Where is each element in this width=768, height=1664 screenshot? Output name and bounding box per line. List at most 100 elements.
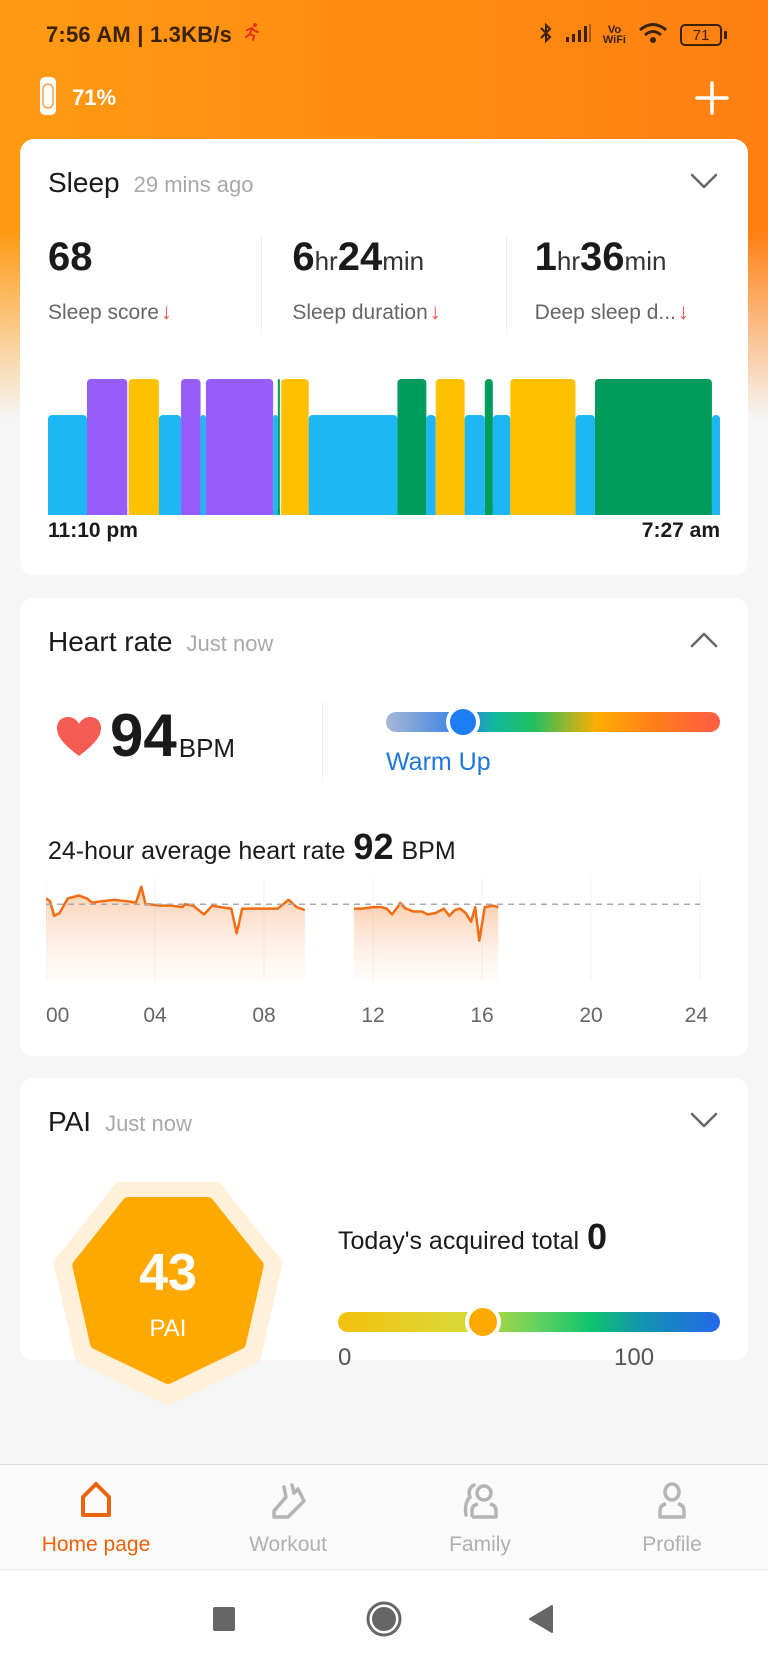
- pai-indicator: [465, 1304, 502, 1340]
- avg-label: 24-hour average heart rate: [48, 837, 346, 865]
- stat-label: Deep sleep d...: [534, 301, 676, 324]
- back-icon: [529, 1605, 553, 1633]
- nav-home[interactable]: Home page: [0, 1465, 192, 1569]
- running-man-icon: [242, 22, 262, 48]
- down-arrow-icon: ↓: [677, 299, 689, 324]
- hr-area-segment-1: [46, 886, 305, 980]
- sleep-segment-base: [158, 509, 182, 515]
- x-tick-label: 16: [470, 1004, 493, 1027]
- chevron-down-icon[interactable]: [688, 165, 720, 197]
- sleep-segment-light: [464, 415, 485, 515]
- x-tick-label: 08: [252, 1004, 275, 1027]
- divider: [322, 702, 323, 782]
- pai-today: Today's acquired total 0: [338, 1216, 607, 1258]
- down-arrow-icon: ↓: [429, 299, 441, 324]
- pai-card[interactable]: PAI Just now 43 PAI Today's acquired tot…: [20, 1078, 748, 1405]
- recents-button[interactable]: [206, 1601, 242, 1637]
- sleep-segment-light: [158, 415, 182, 515]
- add-button[interactable]: [692, 78, 732, 118]
- sleep-segment-light: [575, 415, 596, 515]
- plus-icon: [695, 81, 729, 115]
- sleep-segment-base: [200, 509, 206, 515]
- card-subtitle: Just now: [105, 1111, 192, 1136]
- sleep-segment-deep: [595, 379, 712, 515]
- sleep-header: Sleep 29 mins ago: [48, 167, 253, 199]
- sleep-segment-rem: [86, 379, 128, 515]
- sleep-segment-base: [510, 509, 576, 515]
- stat-deep-sleep[interactable]: 1 hr 36 min Deep sleep d...↓: [505, 235, 748, 335]
- sleep-segment-light: [308, 415, 398, 515]
- sleep-segment-base: [397, 509, 427, 515]
- sleep-segment-light: [273, 415, 278, 515]
- heart-rate-zone: Warm Up: [386, 748, 491, 776]
- heart-rate-card[interactable]: Heart rate Just now 94 BPM Warm Up 24-ho…: [20, 598, 748, 1056]
- stat-value-hours: 1: [534, 235, 557, 279]
- x-tick-label: 04: [143, 1004, 167, 1027]
- heart-rate-chart[interactable]: 00 04 08 12 16 20 24: [46, 878, 728, 1048]
- sleep-segment-base: [484, 509, 493, 515]
- stat-label: Sleep score: [48, 301, 159, 324]
- stat-value: 68: [48, 235, 93, 279]
- x-tick-label: 00: [46, 1004, 69, 1027]
- sleep-segment-base: [308, 509, 398, 515]
- stat-sleep-duration[interactable]: 6 hr 24 min Sleep duration↓: [261, 235, 505, 335]
- unit-hr: hr: [314, 246, 338, 276]
- sleep-segment-deep: [277, 379, 280, 515]
- sleep-stage-chart[interactable]: [48, 375, 720, 515]
- sleep-segment-base: [426, 509, 436, 515]
- unit-min: min: [624, 246, 667, 276]
- status-bar: 7:56 AM | 1.3KB/s Vo WiFi 71: [0, 0, 768, 70]
- down-arrow-icon: ↓: [160, 299, 172, 324]
- separator: |: [137, 22, 144, 47]
- pai-scale-bar: [338, 1304, 720, 1340]
- sleep-segment-awake: [510, 379, 576, 515]
- wifi-icon: [638, 22, 668, 49]
- sleep-segment-light: [426, 415, 436, 515]
- pai-today-value: 0: [587, 1216, 608, 1257]
- chevron-up-icon[interactable]: [688, 624, 720, 656]
- nav-profile[interactable]: Profile: [576, 1465, 768, 1569]
- sleep-segment-base: [205, 509, 274, 515]
- pai-value: 43: [139, 1244, 197, 1302]
- band-icon: [38, 76, 58, 121]
- card-subtitle: Just now: [186, 631, 274, 656]
- sleep-segment-light: [48, 415, 87, 515]
- heart-rate-zone-bar: [386, 705, 720, 739]
- sleep-segment-base: [277, 509, 280, 515]
- sleep-segment-base: [464, 509, 485, 515]
- chevron-down-icon[interactable]: [688, 1104, 720, 1136]
- stat-value-hours: 6: [292, 235, 315, 279]
- unit-min: min: [382, 246, 425, 276]
- network-speed: 1.3KB/s: [149, 22, 233, 47]
- sleep-end-time: 7:27 am: [641, 519, 720, 542]
- sleep-segment-base: [273, 509, 278, 515]
- sleep-card[interactable]: Sleep 29 mins ago 68 Sleep score↓ 6 hr 24 m…: [20, 139, 748, 575]
- sleep-segment-light: [711, 415, 720, 515]
- back-button[interactable]: [522, 1601, 558, 1637]
- heart-rate-unit: BPM: [178, 733, 236, 763]
- avg-value: 92: [353, 826, 394, 867]
- home-button[interactable]: [366, 1601, 402, 1637]
- device-status[interactable]: 71%: [38, 74, 116, 122]
- stat-sleep-score[interactable]: 68 Sleep score↓: [20, 235, 261, 335]
- pai-scale-max: 100: [614, 1344, 655, 1371]
- sleep-segment-base: [595, 509, 712, 515]
- home-circle-icon: [366, 1601, 402, 1637]
- sleep-segment-base: [48, 509, 87, 515]
- nav-workout[interactable]: Workout: [192, 1465, 384, 1569]
- zone-indicator: [445, 705, 480, 739]
- nav-family[interactable]: Family: [384, 1465, 576, 1569]
- battery-level: 71: [692, 26, 710, 44]
- bluetooth-icon: [539, 22, 553, 49]
- nav-label: Home page: [41, 1533, 151, 1556]
- card-title: Heart rate: [48, 626, 173, 657]
- sleep-segment-base: [492, 509, 511, 515]
- profile-icon: [658, 1482, 686, 1519]
- stat-label: Sleep duration: [292, 301, 428, 324]
- pai-label: PAI: [150, 1315, 187, 1342]
- shoe-icon: [272, 1483, 306, 1519]
- sleep-segment-base: [575, 509, 596, 515]
- status-icons: Vo WiFi 71: [539, 22, 727, 49]
- sleep-segment-deep: [484, 379, 493, 515]
- sleep-segment-awake: [281, 379, 309, 515]
